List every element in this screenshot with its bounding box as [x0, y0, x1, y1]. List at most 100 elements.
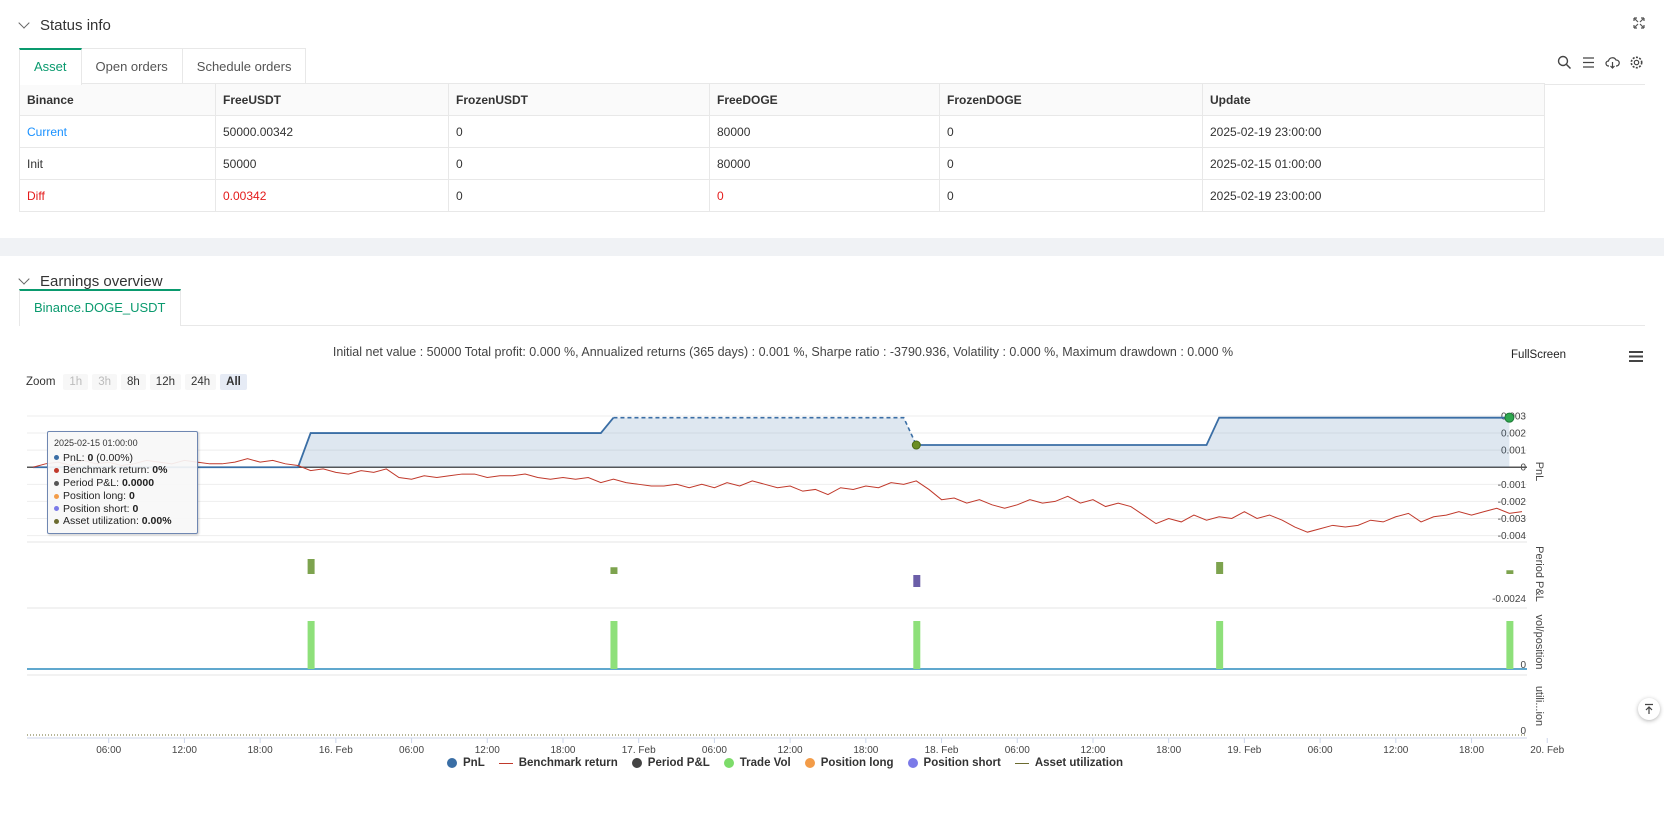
- scroll-top-button[interactable]: [1638, 698, 1660, 720]
- col-header: FreeDOGE: [709, 83, 940, 116]
- tooltip-row: Position short: 0: [54, 503, 191, 516]
- series-dot-icon: [54, 480, 59, 486]
- legend-label: Benchmark return: [518, 757, 618, 769]
- search-icon[interactable]: [1557, 55, 1572, 70]
- table-cell: 0: [939, 147, 1203, 180]
- expand-icon[interactable]: [1632, 16, 1646, 30]
- table-cell: 50000.00342: [215, 115, 449, 148]
- x-tick-label: 16. Feb: [319, 745, 353, 756]
- series-dot-icon: [54, 506, 59, 512]
- table-cell: 0: [448, 179, 710, 212]
- list-icon[interactable]: [1581, 55, 1596, 70]
- col-header: Update: [1202, 83, 1545, 116]
- legend-item[interactable]: Position long: [804, 757, 894, 769]
- col-header: FreeUSDT: [215, 83, 449, 116]
- x-tick-label: 12:00: [475, 745, 500, 756]
- legend-marker-icon: [723, 758, 734, 768]
- table-cell: 2025-02-15 01:00:00: [1202, 147, 1545, 180]
- legend-item[interactable]: Benchmark return: [498, 757, 618, 769]
- asset-table: Binance FreeUSDT FrozenUSDT FreeDOGE Fro…: [19, 83, 1545, 212]
- y-axis-label: utili...ion: [1533, 686, 1545, 726]
- table-cell: 0.00342: [215, 179, 449, 212]
- series-dot-icon: [54, 493, 59, 499]
- tooltip-row: Asset utilization: 0.00%: [54, 515, 191, 528]
- tooltip-value: 0.0000: [121, 477, 155, 490]
- legend-item[interactable]: PnL: [447, 757, 485, 769]
- col-header: Binance: [19, 83, 216, 116]
- panel-title: Status info: [40, 16, 111, 34]
- table-row: Init 50000 0 80000 0 2025-02-15 01:00:00: [19, 147, 1545, 180]
- legend-label: PnL: [463, 757, 485, 769]
- gear-icon[interactable]: [1629, 55, 1644, 70]
- status-info-header[interactable]: Status info: [18, 14, 111, 36]
- legend-item[interactable]: Trade Vol: [723, 757, 791, 769]
- table-cell: Diff: [19, 179, 216, 212]
- legend-item[interactable]: Asset utilization: [1014, 757, 1123, 769]
- row-label-link[interactable]: Current: [19, 115, 216, 148]
- y-tick-label: 0: [1520, 660, 1526, 671]
- legend-label: Position long: [820, 757, 894, 769]
- period-pnl-bar: [1506, 570, 1514, 574]
- y-tick-label: -0.001: [1498, 480, 1527, 491]
- period-pnl-bar: [913, 575, 921, 587]
- trade-vol-bar: [1216, 621, 1224, 669]
- table-cell: 0: [448, 147, 710, 180]
- legend-marker-icon: [1014, 762, 1029, 764]
- arrow-up-icon: [1645, 703, 1653, 714]
- trade-vol-bar: [610, 621, 618, 669]
- x-tick-label: 12:00: [172, 745, 197, 756]
- x-tick-label: 18. Feb: [925, 745, 959, 756]
- table-cell: 0: [709, 179, 940, 212]
- table-cell: 80000: [709, 115, 940, 148]
- table-cell: 2025-02-19 23:00:00: [1202, 179, 1545, 212]
- tab-schedule-orders[interactable]: Schedule orders: [181, 48, 307, 85]
- col-header: FrozenUSDT: [448, 83, 710, 116]
- legend-marker-icon: [907, 758, 918, 768]
- tooltip-value: 0.00%: [141, 515, 172, 528]
- tooltip-label: Asset utilization:: [63, 515, 142, 528]
- y-tick-label: -0.0024: [1492, 594, 1526, 605]
- x-tick-label: 18:00: [853, 745, 878, 756]
- legend-item[interactable]: Position short: [907, 757, 1001, 769]
- tooltip-value: 0: [132, 502, 139, 515]
- status-info-panel: Status info Asset Open orders Schedule o…: [0, 0, 1664, 238]
- pnl-area: [33, 417, 1510, 468]
- legend-marker-icon: [631, 758, 642, 768]
- earnings-chart[interactable]: 0.0030.0020.0010-0.001-0.002-0.003-0.004…: [0, 256, 1664, 818]
- trade-vol-bar: [913, 621, 921, 669]
- series-dot-icon: [54, 455, 59, 461]
- y-tick-label: -0.003: [1498, 514, 1527, 525]
- series-dot-icon: [54, 468, 59, 474]
- tooltip-value: 0: [128, 489, 135, 502]
- table-cell: 2025-02-19 23:00:00: [1202, 115, 1545, 148]
- tooltip-label: Position short:: [63, 502, 133, 515]
- tooltip-label: Period P&L:: [63, 477, 122, 490]
- table-cell: Init: [19, 147, 216, 180]
- tab-binance-doge-usdt[interactable]: Binance.DOGE_USDT: [19, 289, 181, 326]
- table-cell: 80000: [709, 147, 940, 180]
- chevron-down-icon[interactable]: [18, 17, 30, 29]
- tab-asset[interactable]: Asset: [19, 48, 82, 85]
- chart-legend: PnL Benchmark return Period P&L Trade Vol Po…: [447, 757, 1123, 769]
- trade-vol-bar: [1506, 621, 1514, 669]
- table-cell: 0: [939, 179, 1203, 212]
- tooltip-row: PnL: 0 (0.00%): [54, 452, 191, 465]
- legend-marker-icon: [498, 762, 513, 764]
- y-axis-label: PnL: [1533, 462, 1545, 482]
- x-tick-label: 20. Feb: [1530, 745, 1564, 756]
- table-cell: 50000: [215, 147, 449, 180]
- y-axis-label: Period P&L: [1533, 546, 1545, 602]
- legend-item[interactable]: Period P&L: [631, 757, 710, 769]
- table-toolbar: [1557, 55, 1644, 70]
- col-header: FrozenDOGE: [939, 83, 1203, 116]
- period-pnl-bar: [610, 567, 618, 574]
- tooltip-label: Benchmark return:: [63, 464, 153, 477]
- tooltip-extra: (0.00%): [93, 451, 134, 464]
- x-tick-label: 18:00: [248, 745, 273, 756]
- table-row: Diff 0.00342 0 0 0 2025-02-19 23:00:00: [19, 179, 1545, 212]
- cloud-download-icon[interactable]: [1605, 55, 1620, 70]
- x-tick-label: 12:00: [1383, 745, 1408, 756]
- tab-open-orders[interactable]: Open orders: [80, 48, 183, 85]
- table-header-row: Binance FreeUSDT FrozenUSDT FreeDOGE Fro…: [19, 83, 1545, 116]
- legend-marker-icon: [447, 758, 457, 768]
